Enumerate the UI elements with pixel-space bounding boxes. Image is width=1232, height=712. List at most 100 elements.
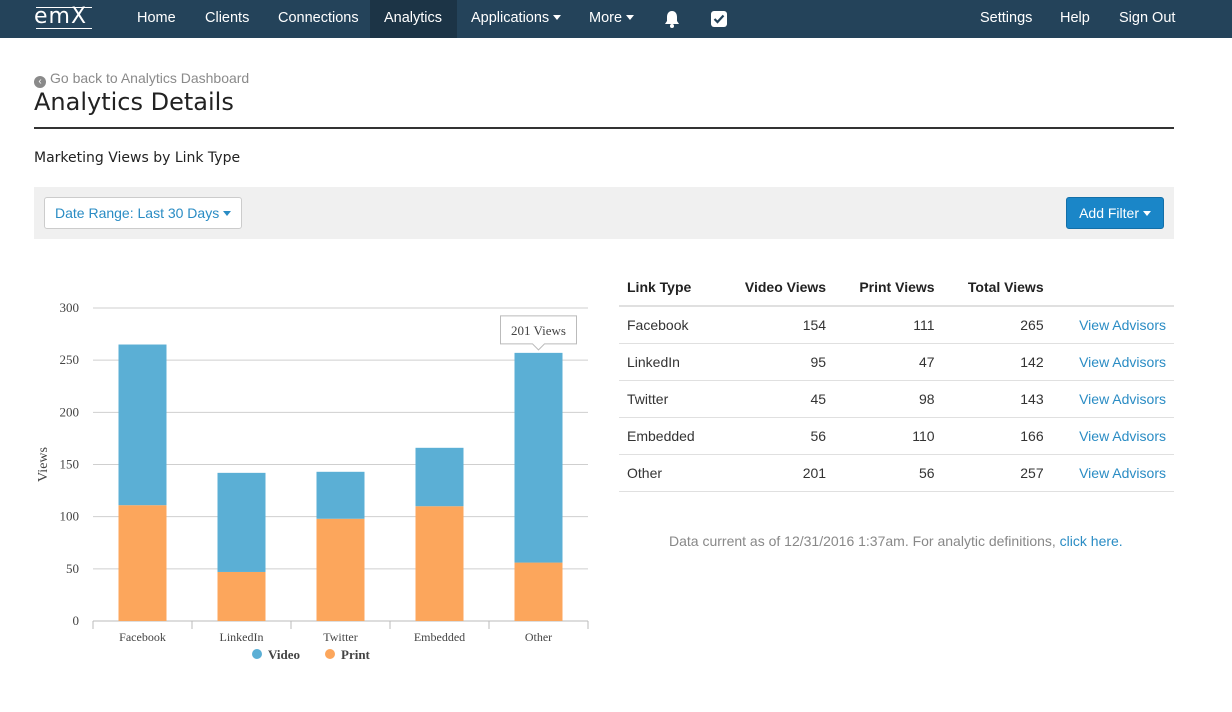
- table-row: Twitter 45 98 143 View Advisors: [619, 380, 1174, 418]
- arrow-left-circle-icon: ‹: [34, 76, 46, 88]
- filter-bar: Date Range: Last 30 Days Add Filter: [34, 187, 1174, 239]
- nav-sign-out[interactable]: Sign Out: [1105, 0, 1189, 38]
- cell-link-type: Embedded: [619, 417, 719, 455]
- nav-help[interactable]: Help: [1046, 0, 1104, 38]
- cell-total-views: 166: [942, 417, 1052, 455]
- cell-link-type: Facebook: [619, 306, 719, 344]
- cell-video-views: 56: [718, 417, 835, 455]
- legend-marker-video: [252, 649, 262, 659]
- nav-clients[interactable]: Clients: [191, 0, 263, 38]
- date-range-dropdown[interactable]: Date Range: Last 30 Days: [44, 197, 243, 229]
- x-tick-label: Embedded: [414, 630, 465, 644]
- chevron-down-icon: [553, 15, 562, 20]
- bar-print: [217, 571, 266, 621]
- chevron-down-icon: [626, 15, 635, 20]
- legend-label-video: Video: [268, 647, 300, 662]
- y-tick-label: 50: [66, 561, 79, 576]
- title-divider: [34, 127, 1174, 129]
- col-link-type[interactable]: Link Type: [619, 268, 719, 307]
- cell-video-views: 201: [718, 454, 835, 492]
- date-range-label: Date Range: Last 30 Days: [55, 205, 220, 221]
- y-tick-label: 300: [60, 300, 80, 315]
- legend-label-print: Print: [341, 647, 371, 662]
- back-to-dashboard-link[interactable]: ‹ Go back to Analytics Dashboard: [34, 70, 249, 88]
- y-axis-label: Views: [36, 447, 51, 482]
- bar-video: [316, 471, 365, 519]
- section-title: Marketing Views by Link Type: [34, 150, 241, 166]
- nav-more-label: More: [589, 10, 623, 26]
- bell-icon[interactable]: [662, 9, 682, 29]
- cell-link-type: Twitter: [619, 380, 719, 418]
- back-link-label: Go back to Analytics Dashboard: [50, 70, 250, 86]
- top-navbar: emX Home Clients Connections Analytics A…: [0, 0, 1232, 38]
- bar-video: [514, 352, 563, 563]
- bar-video: [415, 447, 464, 507]
- add-filter-button[interactable]: Add Filter: [1066, 197, 1164, 229]
- page-title: Analytics Details: [34, 88, 234, 116]
- bar-video: [217, 472, 266, 572]
- cell-video-views: 95: [718, 343, 835, 381]
- nav-applications-label: Applications: [471, 10, 550, 26]
- stacked-bar-chart: 0 50 100 150 200 250 300 Views Facebook LinkedIn T…: [36, 300, 589, 662]
- y-tick-label: 200: [60, 404, 80, 419]
- cell-video-views: 154: [718, 306, 835, 344]
- chevron-down-icon: [223, 211, 232, 216]
- col-actions: [1051, 268, 1174, 307]
- cell-video-views: 45: [718, 380, 835, 418]
- definitions-link[interactable]: click here.: [1060, 533, 1123, 549]
- view-advisors-link[interactable]: View Advisors: [1051, 454, 1174, 492]
- col-video-views[interactable]: Video Views: [718, 268, 835, 307]
- nav-more[interactable]: More: [575, 0, 648, 38]
- view-advisors-link[interactable]: View Advisors: [1051, 380, 1174, 418]
- bar-print: [118, 505, 167, 621]
- cell-link-type: Other: [619, 454, 719, 492]
- view-advisors-link[interactable]: View Advisors: [1051, 343, 1174, 381]
- x-tick-label: Other: [525, 630, 552, 644]
- y-tick-label: 150: [60, 457, 80, 472]
- nav-home[interactable]: Home: [123, 0, 190, 38]
- y-tick-label: 0: [73, 613, 80, 628]
- bar-print: [514, 562, 563, 621]
- view-advisors-link[interactable]: View Advisors: [1051, 417, 1174, 455]
- cell-total-views: 142: [942, 343, 1052, 381]
- col-print-views[interactable]: Print Views: [834, 268, 943, 307]
- cell-total-views: 265: [942, 306, 1052, 344]
- nav-applications[interactable]: Applications: [457, 0, 575, 38]
- cell-print-views: 56: [834, 454, 943, 492]
- tooltip-text: 201 Views: [511, 323, 566, 338]
- table-header-row: Link Type Video Views Print Views Total …: [619, 268, 1174, 307]
- y-tick-label: 250: [60, 352, 80, 367]
- data-footnote: Data current as of 12/31/2016 1:37am. Fo…: [669, 533, 1123, 549]
- bar-print: [415, 506, 464, 621]
- table-row: LinkedIn 95 47 142 View Advisors: [619, 343, 1174, 381]
- cell-print-views: 47: [834, 343, 943, 381]
- nav-analytics[interactable]: Analytics: [370, 0, 457, 38]
- checkbox-tasks-icon[interactable]: [709, 9, 729, 29]
- nav-settings[interactable]: Settings: [966, 0, 1046, 38]
- add-filter-label: Add Filter: [1079, 205, 1139, 221]
- cell-print-views: 98: [834, 380, 943, 418]
- table-row: Other 201 56 257 View Advisors: [619, 454, 1174, 492]
- chevron-down-icon: [1143, 211, 1151, 216]
- table-row: Embedded 56 110 166 View Advisors: [619, 417, 1174, 455]
- view-advisors-link[interactable]: View Advisors: [1051, 306, 1174, 344]
- cell-print-views: 110: [834, 417, 943, 455]
- col-total-views[interactable]: Total Views: [942, 268, 1052, 307]
- cell-total-views: 143: [942, 380, 1052, 418]
- footnote-text: Data current as of 12/31/2016 1:37am. Fo…: [669, 533, 1060, 549]
- table-row: Facebook 154 111 265 View Advisors: [619, 306, 1174, 344]
- views-chart: 0 50 100 150 200 250 300 Views Facebook LinkedIn T…: [30, 290, 600, 680]
- x-tick-label: Twitter: [323, 630, 357, 644]
- legend-marker-print: [325, 649, 335, 659]
- cell-print-views: 111: [834, 306, 943, 344]
- x-tick-label: LinkedIn: [220, 630, 264, 644]
- bar-video: [118, 344, 167, 506]
- emx-logo[interactable]: emX: [34, 2, 94, 32]
- views-table: Link Type Video Views Print Views Total …: [619, 268, 1174, 492]
- y-tick-label: 100: [60, 509, 80, 524]
- x-tick-label: Facebook: [119, 630, 166, 644]
- cell-link-type: LinkedIn: [619, 343, 719, 381]
- nav-connections[interactable]: Connections: [264, 0, 373, 38]
- cell-total-views: 257: [942, 454, 1052, 492]
- bar-print: [316, 518, 365, 621]
